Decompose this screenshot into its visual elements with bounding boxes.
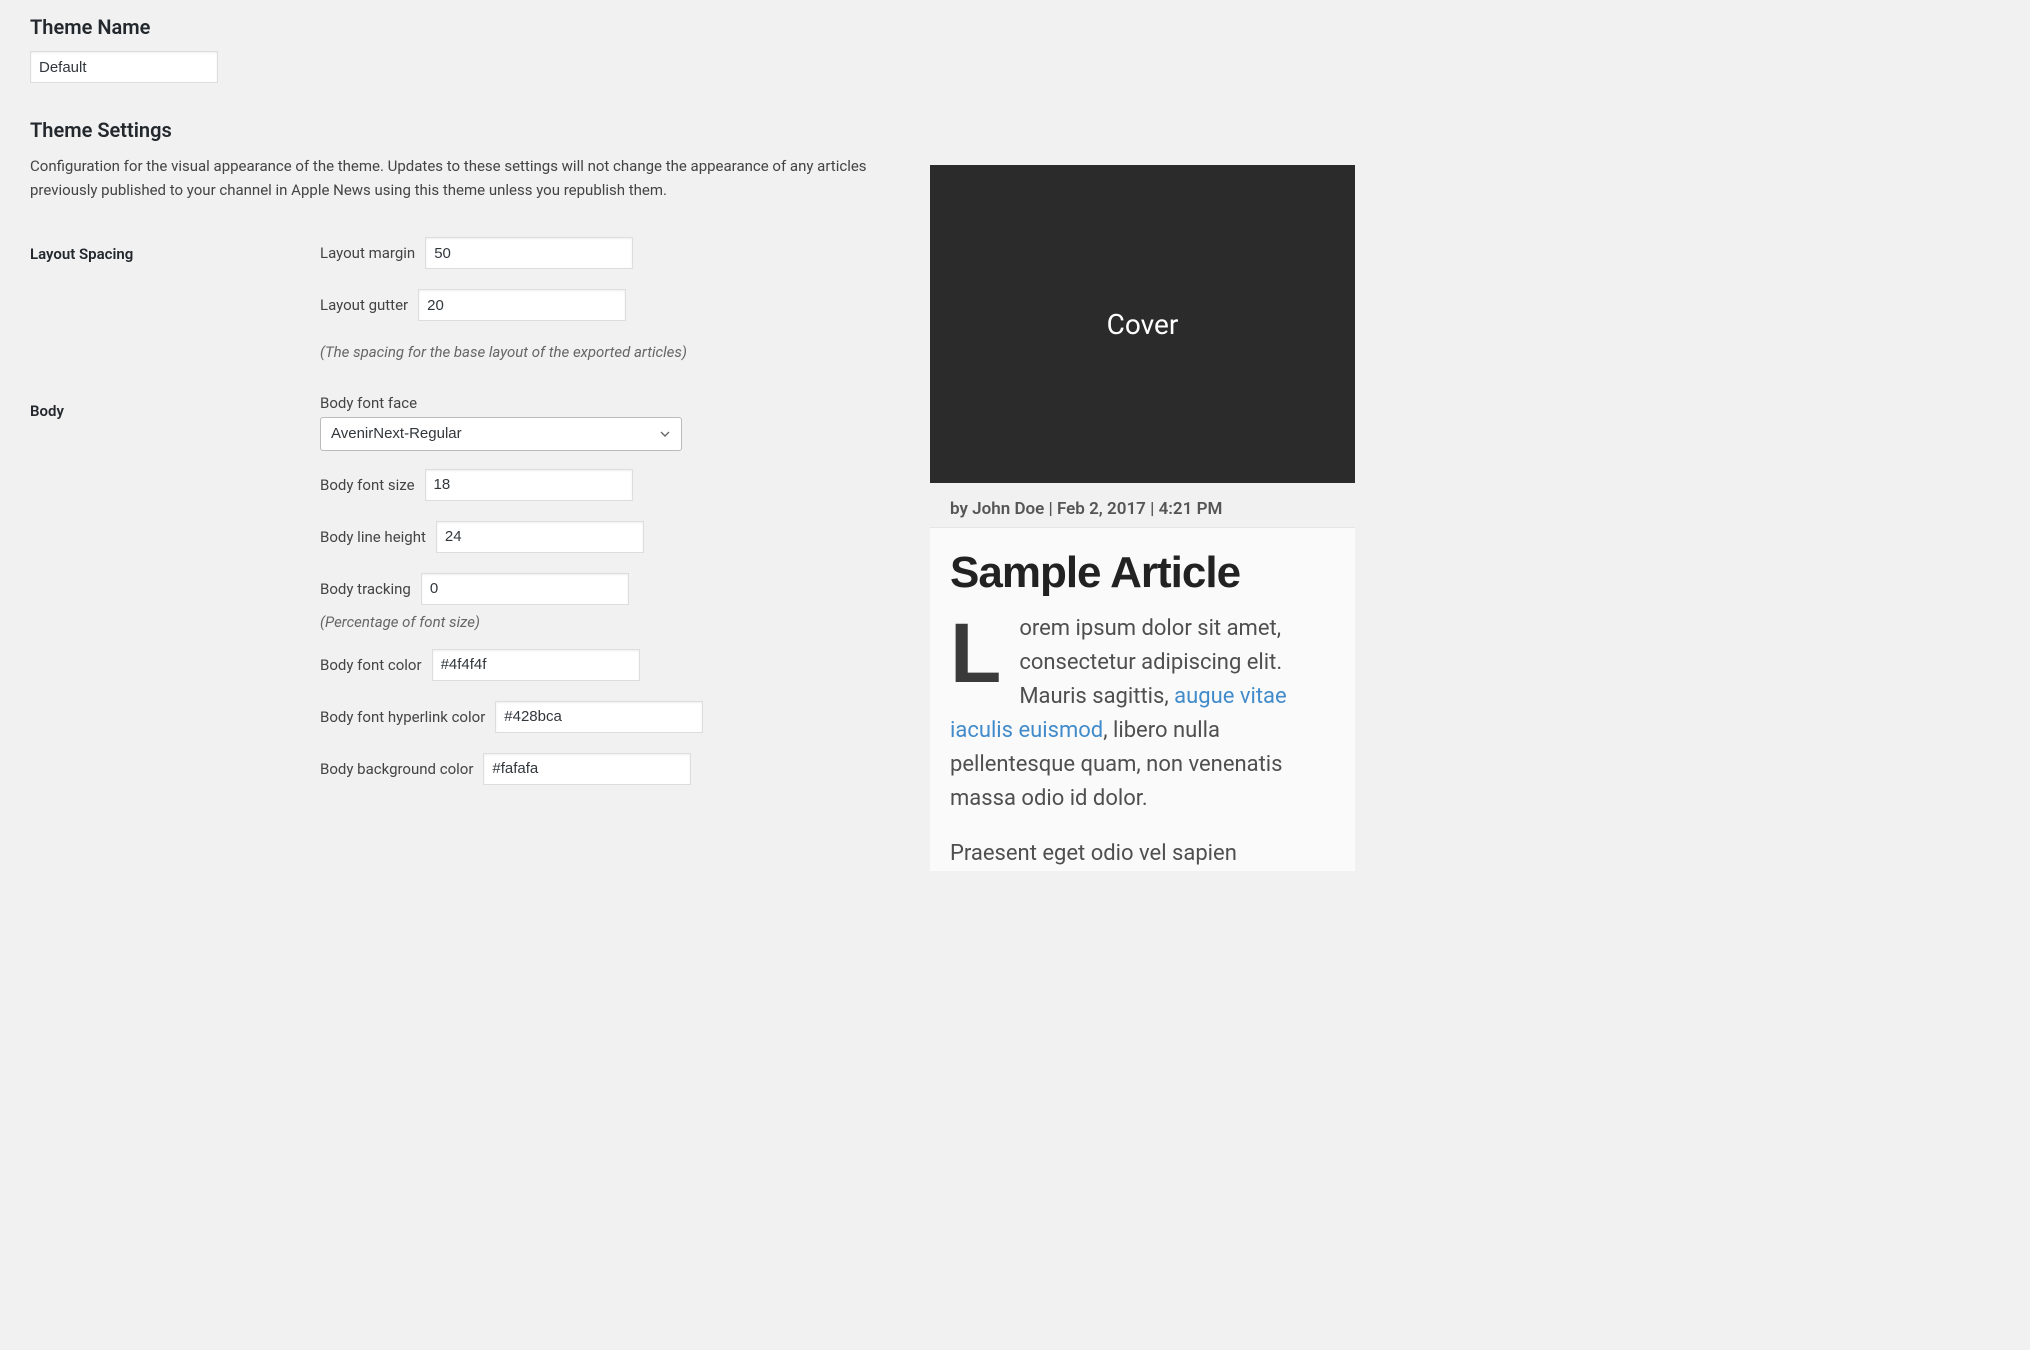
body-font-size-input[interactable]	[425, 469, 633, 501]
preview-p2: Praesent eget odio vel sapien	[950, 837, 1335, 871]
body-tracking-input[interactable]	[421, 573, 629, 605]
preview-body: Lorem ipsum dolor sit amet, consectetur …	[950, 612, 1335, 871]
preview-cover: Cover	[930, 165, 1355, 483]
theme-name-input[interactable]	[30, 51, 218, 83]
layout-margin-label: Layout margin	[320, 244, 415, 262]
layout-margin-input[interactable]	[425, 237, 633, 269]
preview-cover-text: Cover	[1107, 308, 1179, 341]
preview-byline: by John Doe | Feb 2, 2017 | 4:21 PM	[930, 483, 1355, 528]
body-hyperlink-color-label: Body font hyperlink color	[320, 708, 485, 726]
body-hyperlink-color-input[interactable]	[495, 701, 703, 733]
body-font-color-input[interactable]	[432, 649, 640, 681]
body-tracking-note: (Percentage of font size)	[320, 613, 870, 631]
body-section-label: Body	[30, 394, 320, 420]
preview-title: Sample Article	[950, 548, 1335, 598]
settings-form: Theme Name Theme Settings Configuration …	[30, 15, 870, 891]
body-line-height-label: Body line height	[320, 528, 426, 546]
body-font-face-label: Body font face	[320, 394, 870, 412]
body-font-color-label: Body font color	[320, 656, 422, 674]
body-line-height-input[interactable]	[436, 521, 644, 553]
theme-settings-description: Configuration for the visual appearance …	[30, 154, 870, 202]
body-tracking-label: Body tracking	[320, 580, 411, 598]
body-font-face-select[interactable]: AvenirNext-Regular	[320, 417, 682, 451]
article-preview: Cover by John Doe | Feb 2, 2017 | 4:21 P…	[930, 15, 1355, 891]
theme-settings-heading: Theme Settings	[30, 118, 870, 142]
theme-name-label: Theme Name	[30, 15, 870, 39]
body-bg-color-label: Body background color	[320, 760, 473, 778]
layout-spacing-label: Layout Spacing	[30, 237, 320, 263]
body-bg-color-input[interactable]	[483, 753, 691, 785]
layout-gutter-input[interactable]	[418, 289, 626, 321]
layout-gutter-label: Layout gutter	[320, 296, 408, 314]
body-font-size-label: Body font size	[320, 476, 415, 494]
layout-note: (The spacing for the base layout of the …	[320, 341, 870, 364]
